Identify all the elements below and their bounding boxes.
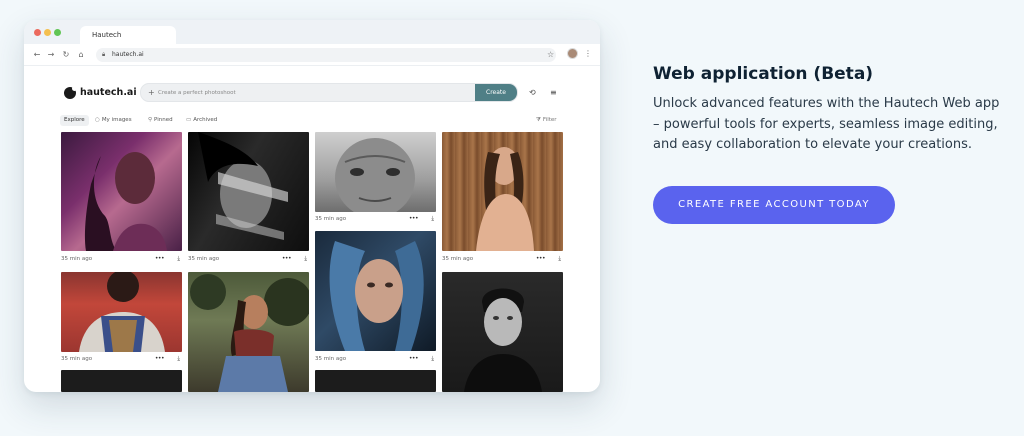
card-timestamp: 35 min ago (442, 256, 474, 262)
more-options-icon[interactable]: ••• (155, 254, 165, 264)
forward-arrow-icon[interactable]: → (46, 49, 56, 61)
portrait-silhouette (84, 152, 167, 251)
plus-icon[interactable]: + (148, 86, 155, 100)
url-text: hautech.ai (112, 51, 144, 58)
card-timestamp: 35 min ago (61, 256, 93, 262)
portrait-silhouette (79, 272, 165, 352)
card-timestamp: 35 min ago (61, 356, 93, 362)
menu-icon[interactable]: ≡ (550, 87, 557, 99)
create-account-button[interactable]: CREATE FREE ACCOUNT TODAY (653, 186, 895, 224)
history-icon[interactable]: ⟲ (529, 87, 536, 99)
tab-explore[interactable]: Explore (60, 115, 89, 126)
more-options-icon[interactable]: ••• (536, 254, 546, 264)
gallery-image[interactable] (61, 272, 182, 352)
hautech-logo-icon (64, 86, 77, 99)
card-meta: 35 min ago ••• ⤓ (315, 214, 436, 224)
tab-pinned[interactable]: ⚲ Pinned (148, 115, 173, 126)
gallery-image[interactable] (442, 132, 563, 251)
card-timestamp: 35 min ago (188, 256, 220, 262)
portrait-silhouette (198, 132, 288, 240)
portrait-silhouette (464, 288, 542, 392)
gallery-image[interactable] (188, 132, 309, 251)
card-meta: 35 min ago ••• ⤓ (442, 254, 563, 264)
gallery-image[interactable] (442, 272, 563, 392)
home-icon[interactable]: ⌂ (76, 49, 86, 61)
card-timestamp: 35 min ago (315, 356, 347, 362)
lock-icon: 🔒︎ (102, 51, 106, 58)
gallery-image[interactable] (188, 272, 309, 392)
section-description: Unlock advanced features with the Hautec… (653, 96, 1000, 152)
gallery-image[interactable] (61, 132, 182, 251)
browser-titlebar: Hautech (24, 20, 600, 44)
browser-window: Hautech ← → ↻ ⌂ 🔒︎ hautech.ai ☆ ⋮ hautec… (24, 20, 600, 392)
gallery-image[interactable] (315, 370, 436, 392)
filter-icon: ⧩ (536, 117, 541, 123)
more-options-icon[interactable]: ••• (409, 214, 419, 224)
gallery-image[interactable] (61, 370, 182, 392)
archive-icon: ▭ (186, 117, 192, 123)
app-logo-text[interactable]: hautech.ai (80, 86, 137, 100)
user-icon: ○ (95, 117, 100, 123)
card-meta: 35 min ago ••• ⤓ (61, 254, 182, 264)
download-icon[interactable]: ⤓ (304, 254, 307, 264)
portrait-silhouette (335, 138, 415, 212)
card-timestamp: 35 min ago (315, 216, 347, 222)
gallery-image[interactable] (315, 231, 436, 351)
download-icon[interactable]: ⤓ (558, 254, 561, 264)
browser-toolbar: ← → ↻ ⌂ 🔒︎ hautech.ai ☆ (24, 44, 600, 66)
download-icon[interactable]: ⤓ (431, 214, 434, 224)
url-bar[interactable]: 🔒︎ hautech.ai (96, 48, 556, 62)
maximize-window-dot[interactable] (54, 29, 61, 36)
card-meta: 35 min ago ••• ⤓ (61, 354, 182, 364)
profile-avatar[interactable] (567, 48, 578, 59)
tab-archived[interactable]: ▭ Archived (186, 115, 217, 126)
close-window-dot[interactable] (34, 29, 41, 36)
back-arrow-icon[interactable]: ← (32, 49, 42, 61)
more-options-icon[interactable]: ••• (282, 254, 292, 264)
reload-icon[interactable]: ↻ (61, 49, 71, 61)
minimize-window-dot[interactable] (44, 29, 51, 36)
portrait-silhouette (190, 274, 309, 392)
portrait-silhouette (329, 241, 424, 351)
download-icon[interactable]: ⤓ (177, 254, 180, 264)
prompt-placeholder: Create a perfect photoshoot (158, 90, 236, 96)
tab-pinned-label: Pinned (154, 117, 173, 123)
pin-icon: ⚲ (148, 117, 153, 123)
tab-my-images-label: My images (101, 117, 132, 123)
more-options-icon[interactable]: ••• (155, 354, 165, 364)
tab-my-images[interactable]: ○ My images (95, 115, 132, 126)
kebab-menu-icon[interactable]: ⋮ (584, 48, 592, 60)
create-button[interactable]: Create (475, 84, 517, 101)
gallery-image[interactable] (315, 132, 436, 212)
prompt-input[interactable]: + Create a perfect photoshoot Create (140, 83, 518, 102)
portrait-silhouette (476, 147, 534, 251)
download-icon[interactable]: ⤓ (177, 354, 180, 364)
filter-button[interactable]: ⧩ Filter (536, 115, 557, 126)
tab-archived-label: Archived (193, 117, 218, 123)
filter-label: Filter (542, 117, 557, 123)
more-options-icon[interactable]: ••• (409, 354, 419, 364)
star-icon[interactable]: ☆ (547, 49, 554, 61)
browser-tab[interactable]: Hautech (80, 26, 176, 44)
section-heading: Web application (Beta) (653, 64, 874, 84)
card-meta: 35 min ago ••• ⤓ (315, 354, 436, 364)
download-icon[interactable]: ⤓ (431, 354, 434, 364)
card-meta: 35 min ago ••• ⤓ (188, 254, 309, 264)
